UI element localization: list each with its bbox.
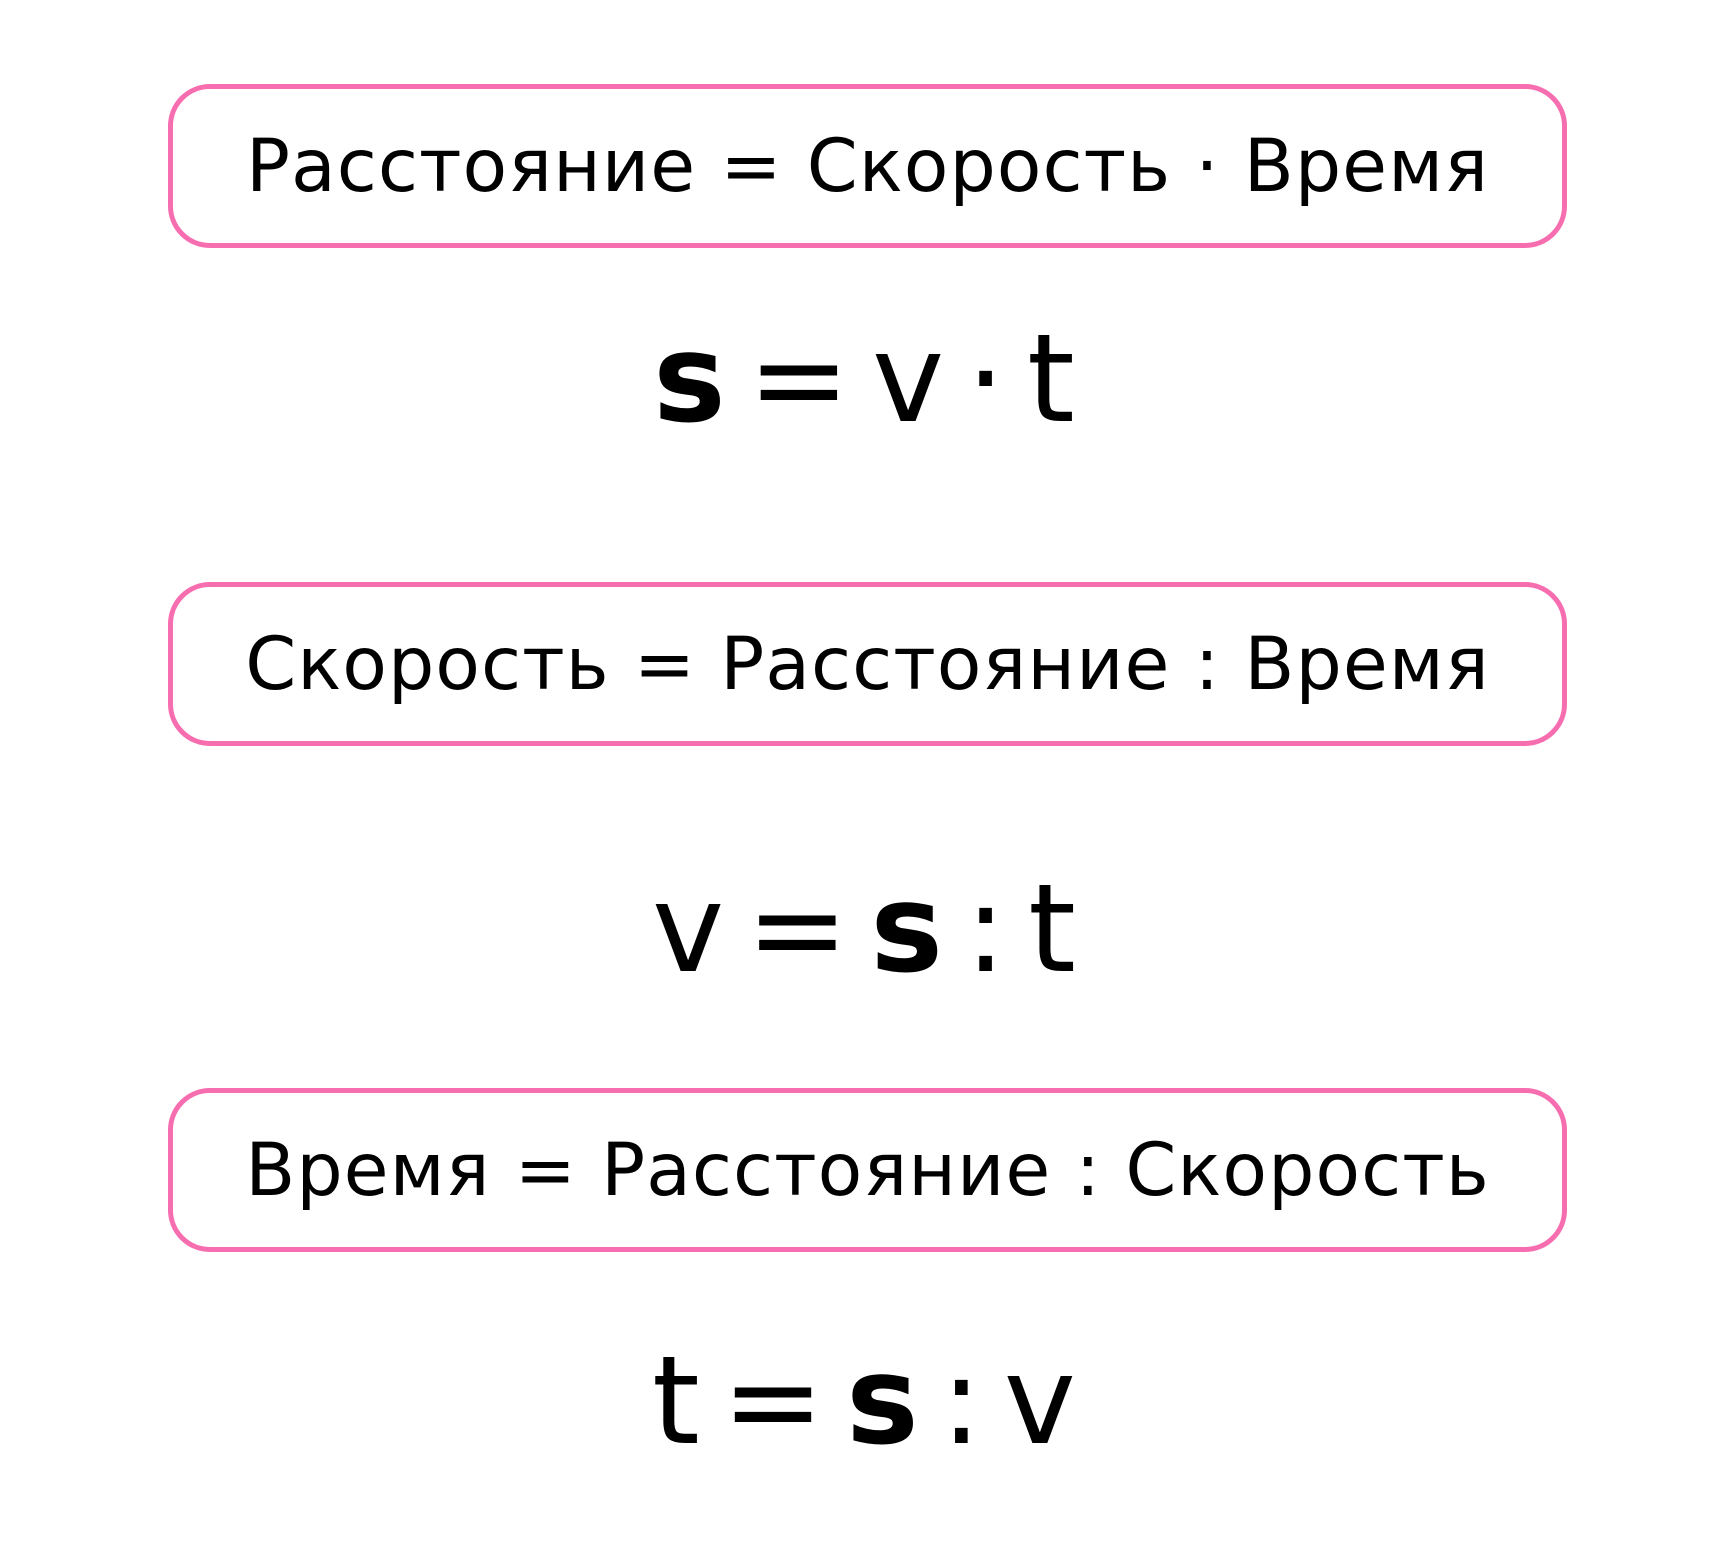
formula-distance-factor-2: t bbox=[1027, 308, 1075, 450]
formula-time-divisor: v bbox=[1003, 1330, 1076, 1472]
formula-distance-factor-1: v bbox=[872, 308, 945, 450]
formula-distance-lhs: s bbox=[653, 308, 726, 450]
formula-speed-operator: : bbox=[965, 858, 1007, 1000]
formula-distance-equals: = bbox=[747, 308, 851, 450]
formula-time-lhs: t bbox=[651, 1330, 700, 1472]
formula-speed-lhs: v bbox=[651, 858, 725, 1000]
formula-time: t = s: v bbox=[0, 1340, 1728, 1462]
rule-box-distance: Расстояние = Скорость · Время bbox=[168, 84, 1567, 248]
rule-sentence-distance: Расстояние = Скорость · Время bbox=[245, 123, 1490, 209]
rule-sentence-time: Время = Расстояние : Скорость bbox=[245, 1127, 1490, 1213]
formula-time-equals: = bbox=[721, 1330, 825, 1472]
rule-box-speed: Скорость = Расстояние : Время bbox=[168, 582, 1567, 746]
rule-box-time: Время = Расстояние : Скорость bbox=[168, 1088, 1567, 1252]
formula-speed-divisor: t bbox=[1028, 858, 1076, 1000]
formula-speed-dividend: s bbox=[870, 858, 944, 1000]
formula-time-dividend: s bbox=[846, 1330, 919, 1472]
formula-speed-equals: = bbox=[746, 858, 849, 1000]
formula-distance: s = v · t bbox=[0, 318, 1728, 440]
formula-distance-operator: · bbox=[966, 308, 1005, 450]
formula-speed: v = s: t bbox=[0, 868, 1728, 990]
rule-sentence-speed: Скорость = Расстояние : Время bbox=[245, 621, 1490, 707]
formula-time-operator: : bbox=[940, 1330, 982, 1472]
